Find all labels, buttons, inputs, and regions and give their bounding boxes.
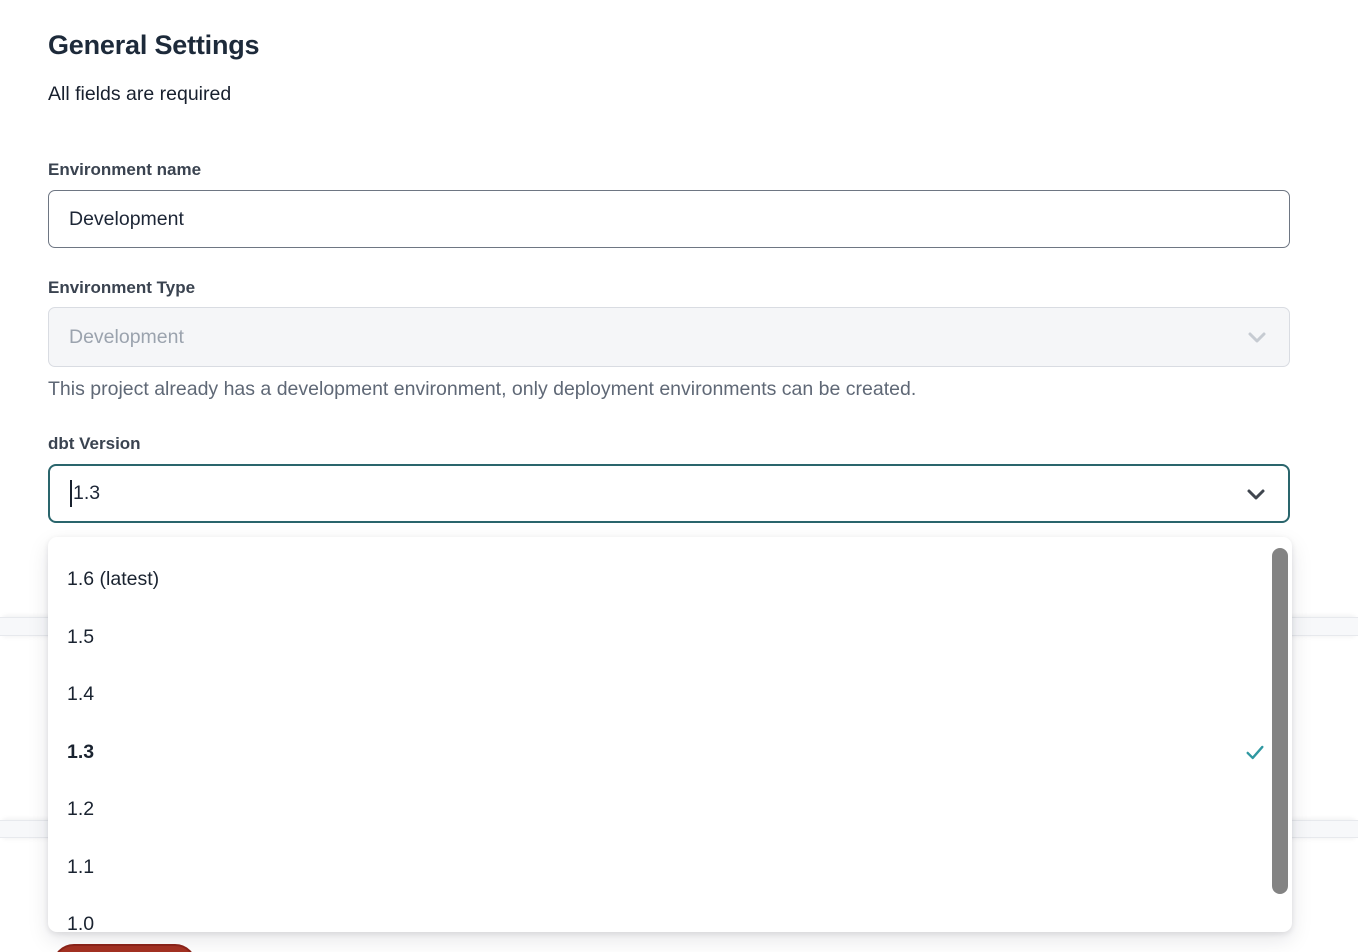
text-cursor (70, 480, 72, 507)
chevron-down-icon (1245, 325, 1269, 349)
dbt-version-dropdown: 1.6 (latest) 1.5 1.4 1.3 1.2 1.1 (48, 537, 1292, 932)
option-label: 1.3 (67, 741, 94, 764)
environment-type-select: Development (48, 307, 1290, 367)
dropdown-option-1-6[interactable]: 1.6 (latest) (48, 551, 1292, 609)
dbt-version-label: dbt Version (48, 434, 141, 454)
dbt-version-value: 1.3 (73, 482, 100, 505)
environment-type-help: This project already has a development e… (48, 378, 916, 401)
option-label: 1.6 (latest) (67, 568, 159, 591)
option-label: 1.1 (67, 856, 94, 879)
option-label: 1.0 (67, 913, 94, 932)
option-label: 1.5 (67, 626, 94, 649)
environment-name-label: Environment name (48, 160, 201, 180)
option-label: 1.4 (67, 683, 94, 706)
dropdown-option-1-1[interactable]: 1.1 (48, 839, 1292, 897)
check-icon (1244, 741, 1266, 763)
dropdown-option-1-3[interactable]: 1.3 (48, 724, 1292, 782)
environment-type-value: Development (69, 326, 184, 349)
dropdown-option-list: 1.6 (latest) 1.5 1.4 1.3 1.2 1.1 (48, 537, 1292, 932)
option-label: 1.2 (67, 798, 94, 821)
environment-name-input[interactable] (48, 190, 1290, 248)
dropdown-option-1-4[interactable]: 1.4 (48, 666, 1292, 724)
dropdown-option-1-0[interactable]: 1.0 (48, 896, 1292, 932)
dbt-version-select[interactable]: 1.3 (48, 464, 1290, 523)
dropdown-option-1-5[interactable]: 1.5 (48, 609, 1292, 667)
dropdown-option-1-2[interactable]: 1.2 (48, 781, 1292, 839)
environment-type-label: Environment Type (48, 278, 195, 298)
page-title: General Settings (48, 30, 259, 61)
environment-settings-page: General Settings All fields are required… (0, 0, 1358, 952)
page-subtitle: All fields are required (48, 83, 231, 106)
chevron-down-icon (1244, 482, 1268, 506)
delete-environment-button[interactable] (52, 944, 197, 952)
scrollbar-thumb[interactable] (1272, 548, 1288, 894)
